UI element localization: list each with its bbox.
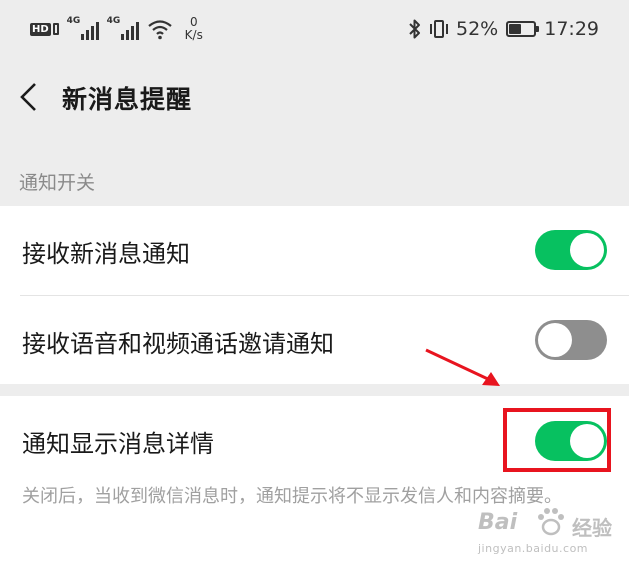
title-bar: 新消息提醒 xyxy=(0,60,629,134)
paw-icon xyxy=(538,508,564,536)
new-message-toggle[interactable] xyxy=(535,230,607,270)
hd-label: HD xyxy=(30,22,51,36)
annotation-arrow-icon xyxy=(425,348,500,386)
back-button[interactable] xyxy=(8,72,52,120)
annotation-highlight-box xyxy=(503,408,611,472)
notification-settings-card: 接收新消息通知 接收语音和视频通话邀请通知 xyxy=(0,206,629,384)
setting-row-call-invite[interactable]: 接收语音和视频通话邀请通知 xyxy=(0,296,629,384)
status-bar: HD 4G 4G 0 K/s 52% 17:29 xyxy=(0,0,629,60)
setting-label: 接收新消息通知 xyxy=(22,240,190,268)
watermark-brand: Bai xyxy=(478,510,518,535)
setting-label: 通知显示消息详情 xyxy=(22,430,214,458)
watermark-url: jingyan.baidu.com xyxy=(478,542,589,555)
watermark-brand-cn: 经验 xyxy=(572,516,612,540)
status-left: HD 4G 4G 0 K/s xyxy=(30,16,203,42)
setting-label: 接收语音和视频通话邀请通知 xyxy=(22,330,334,358)
speed-unit: K/s xyxy=(184,28,203,42)
chevron-left-icon xyxy=(20,83,36,111)
call-invite-toggle[interactable] xyxy=(535,320,607,360)
battery-icon xyxy=(506,21,540,37)
status-right: 52% 17:29 xyxy=(408,18,599,40)
wifi-icon xyxy=(147,20,172,40)
network-speed: 0 K/s xyxy=(185,16,203,42)
signal-icon: 4G xyxy=(66,16,99,40)
vibrate-icon xyxy=(430,20,448,38)
bluetooth-icon xyxy=(409,19,420,39)
setting-row-new-message[interactable]: 接收新消息通知 xyxy=(0,206,629,296)
toggle-knob xyxy=(570,233,604,267)
toggle-knob xyxy=(538,323,572,357)
clock: 17:29 xyxy=(544,18,599,40)
watermark: Bai 经验 jingyan.baidu.com xyxy=(478,506,628,566)
hd-icon: HD xyxy=(30,22,59,36)
section-header: 通知开关 xyxy=(19,172,96,194)
signal-icon: 4G xyxy=(106,16,139,40)
page-title: 新消息提醒 xyxy=(62,85,193,114)
battery-percent: 52% xyxy=(456,18,499,40)
signal-type-label: 4G xyxy=(66,16,81,26)
signal-type-label: 4G xyxy=(106,16,121,26)
